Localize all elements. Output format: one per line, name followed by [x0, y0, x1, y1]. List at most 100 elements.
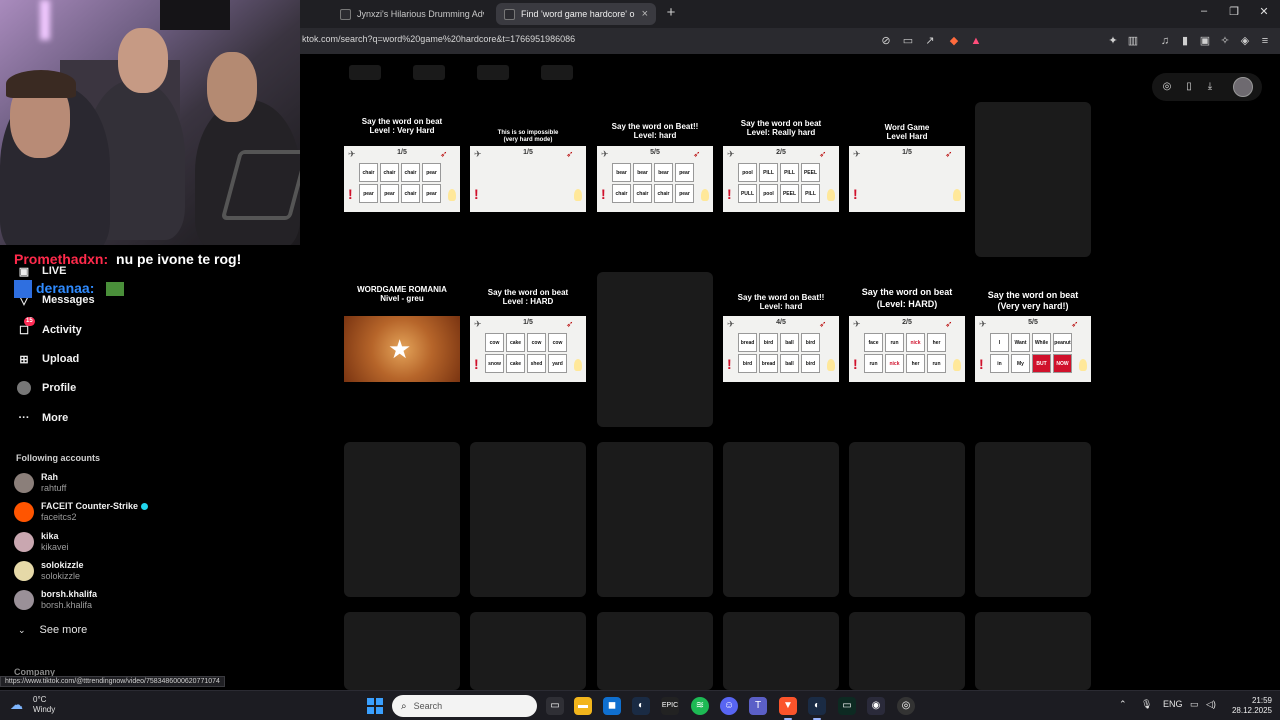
terminal-icon[interactable]: ▭ [838, 697, 856, 715]
account-item[interactable]: FACEIT Counter-Strike faceitcs2 [14, 498, 149, 526]
video-card-placeholder[interactable] [975, 442, 1091, 597]
video-thumbnail[interactable]: ✈ ➶ 5/5 I Want While peanut in My BUT NO… [975, 316, 1091, 382]
video-card[interactable]: Word Game Level Hard ✈ ➶ 1/5 ! [849, 102, 965, 257]
video-card-placeholder[interactable] [849, 442, 965, 597]
video-card-placeholder[interactable] [723, 442, 839, 597]
cast-icon[interactable]: ▭ [901, 34, 915, 48]
video-thumbnail[interactable]: ✈ ➶ 1/5 cow cake cow cow snow cake shed … [470, 316, 586, 382]
video-card-placeholder[interactable] [597, 272, 713, 427]
video-thumbnail[interactable]: ★ [344, 316, 460, 382]
video-thumbnail[interactable]: ✈ ➶ 4/5 bread bird ball bird bird bread … [723, 316, 839, 382]
video-thumbnail[interactable]: ✈ ➶ 1/5 ! [470, 146, 586, 212]
windows-start-icon[interactable] [367, 698, 383, 714]
new-tab-button[interactable]: + [662, 4, 680, 22]
weather-widget[interactable]: ☁ 0°C Windy [10, 695, 55, 715]
video-thumbnail[interactable]: ✈ ➶ 2/5 pool PILL PILL PEEL PULL pool PE… [723, 146, 839, 212]
brave-rewards-icon[interactable]: ▲ [969, 34, 983, 48]
discord-icon[interactable]: ☺ [720, 697, 738, 715]
volume-icon[interactable]: ◁) [1206, 699, 1216, 710]
store-icon[interactable]: ◼ [603, 697, 621, 715]
share-icon[interactable]: ↗ [923, 34, 937, 48]
vpn-icon[interactable]: ◈ [1238, 34, 1252, 48]
extensions-icon[interactable]: ✦ [1106, 34, 1120, 48]
word-cell: run [864, 354, 883, 373]
url-field[interactable]: ktok.com/search?q=word%20game%20hardcore… [302, 34, 575, 44]
video-thumbnail[interactable]: ✈ ➶ 1/5 chair chair chair pear pear pear… [344, 146, 460, 212]
account-item[interactable]: kika kikavei [14, 528, 69, 556]
microphone-icon[interactable]: 🎙 [1141, 699, 1152, 710]
video-card-placeholder[interactable] [344, 612, 460, 690]
leo-ai-icon[interactable]: ✧ [1218, 34, 1232, 48]
download-icon[interactable]: ⤓ [1203, 80, 1217, 94]
profile-avatar[interactable] [1233, 77, 1253, 97]
taskbar-search[interactable]: ⌕ Search [392, 695, 537, 717]
brave-shield-icon[interactable]: ◆ [947, 34, 961, 48]
video-card-placeholder[interactable] [723, 612, 839, 690]
brave-icon[interactable]: ▼ [779, 697, 797, 720]
account-item[interactable]: borsh.khalifa borsh.khalifa [14, 586, 97, 614]
video-card[interactable]: Say the word on beat Level : Very Hard ✈… [344, 102, 460, 257]
steam-icon[interactable]: ◐ [632, 697, 650, 715]
tab-title: Jynxzi's Hilarious Drumming Adventu [357, 9, 484, 19]
account-item[interactable]: solokizzle solokizzle [14, 557, 84, 585]
epic-games-icon[interactable]: EPIC [661, 697, 679, 715]
nav-more[interactable]: ··· More [16, 408, 69, 428]
filter-tab[interactable] [541, 65, 573, 80]
filter-tab[interactable] [477, 65, 509, 80]
video-card-placeholder[interactable] [470, 442, 586, 597]
video-title: Say the word on Beat!! Level: hard [611, 122, 699, 140]
word-cell: nick [885, 354, 904, 373]
menu-icon[interactable]: ≡ [1258, 34, 1272, 48]
sidebar-toggle-icon[interactable]: ▥ [1126, 34, 1140, 48]
obs-icon[interactable]: ◉ [867, 697, 885, 715]
nav-upload[interactable]: ⊞ Upload [16, 349, 79, 369]
no-track-icon[interactable]: ⊘ [879, 34, 893, 48]
mobile-icon[interactable]: ▯ [1182, 80, 1196, 94]
video-card[interactable]: Say the word on beat Level : HARD ✈ ➶ 1/… [470, 272, 586, 427]
see-more-button[interactable]: ⌄ See more [18, 624, 87, 636]
video-card-placeholder[interactable] [597, 442, 713, 597]
browser-tab-search[interactable]: Find 'word game hardcore' o × [496, 3, 656, 25]
video-card[interactable]: Say the word on Beat!! Level: hard ✈ ➶ 4… [723, 272, 839, 427]
video-card[interactable]: Say the word on beat Level: Really hard … [723, 102, 839, 257]
restore-icon[interactable]: ❐ [1226, 5, 1242, 18]
spotify-icon[interactable]: ≋ [691, 697, 709, 715]
language-indicator[interactable]: ENG [1163, 699, 1183, 709]
filter-tab[interactable] [413, 65, 445, 80]
panel-icon[interactable]: ▮ [1178, 34, 1192, 48]
file-explorer-icon[interactable]: ▬ [574, 697, 592, 715]
video-card[interactable]: This is so impossible (very hard mode) ✈… [470, 102, 586, 257]
nav-activity[interactable]: ☐ 15 Activity [16, 317, 82, 340]
video-card-placeholder[interactable] [597, 612, 713, 690]
account-item[interactable]: Rah rahtuff [14, 469, 66, 497]
video-card-placeholder[interactable] [344, 442, 460, 597]
video-thumbnail[interactable]: ✈ ➶ 1/5 ! [849, 146, 965, 212]
video-card-placeholder[interactable] [975, 102, 1091, 257]
task-view-icon[interactable]: ▭ [546, 697, 564, 715]
clock[interactable]: 21:59 28.12.2025 [1218, 696, 1272, 716]
video-card-placeholder[interactable] [849, 612, 965, 690]
video-card-placeholder[interactable] [470, 612, 586, 690]
video-card-placeholder[interactable] [975, 612, 1091, 690]
video-thumbnail[interactable]: ✈ ➶ 2/5 face run nick her run nick her r… [849, 316, 965, 382]
close-window-icon[interactable]: ✕ [1256, 5, 1272, 18]
video-card[interactable]: Say the word on beat (Level: HARD) ✈ ➶ 2… [849, 272, 965, 427]
coins-icon[interactable]: ◎ [1160, 80, 1174, 94]
browser-tab-jynxzi[interactable]: Jynxzi's Hilarious Drumming Adventu [332, 3, 492, 25]
wallet-icon[interactable]: ▣ [1198, 34, 1212, 48]
teams-icon[interactable]: T [749, 697, 767, 715]
network-icon[interactable]: ▭ [1190, 699, 1199, 710]
steam-app-icon[interactable]: ◐ [808, 697, 826, 720]
music-icon[interactable]: ♫ [1158, 34, 1172, 48]
video-thumbnail[interactable]: ✈ ➶ 5/5 bear bear bear pear chair chair … [597, 146, 713, 212]
close-tab-icon[interactable]: × [642, 8, 648, 20]
filter-tab[interactable] [349, 65, 381, 80]
minimize-icon[interactable]: – [1196, 5, 1212, 17]
video-card[interactable]: Say the word on Beat!! Level: hard ✈ ➶ 5… [597, 102, 713, 257]
nav-profile[interactable]: Profile [16, 378, 76, 398]
nav-label: Profile [42, 382, 77, 394]
app-icon[interactable]: ◎ [897, 697, 915, 715]
video-card[interactable]: Say the word on beat (Very very hard!) ✈… [975, 272, 1091, 427]
tray-overflow-icon[interactable]: ⌃ [1119, 699, 1127, 710]
video-card[interactable]: WORDGAME ROMANIA Nivel - greu ★ [344, 272, 460, 427]
